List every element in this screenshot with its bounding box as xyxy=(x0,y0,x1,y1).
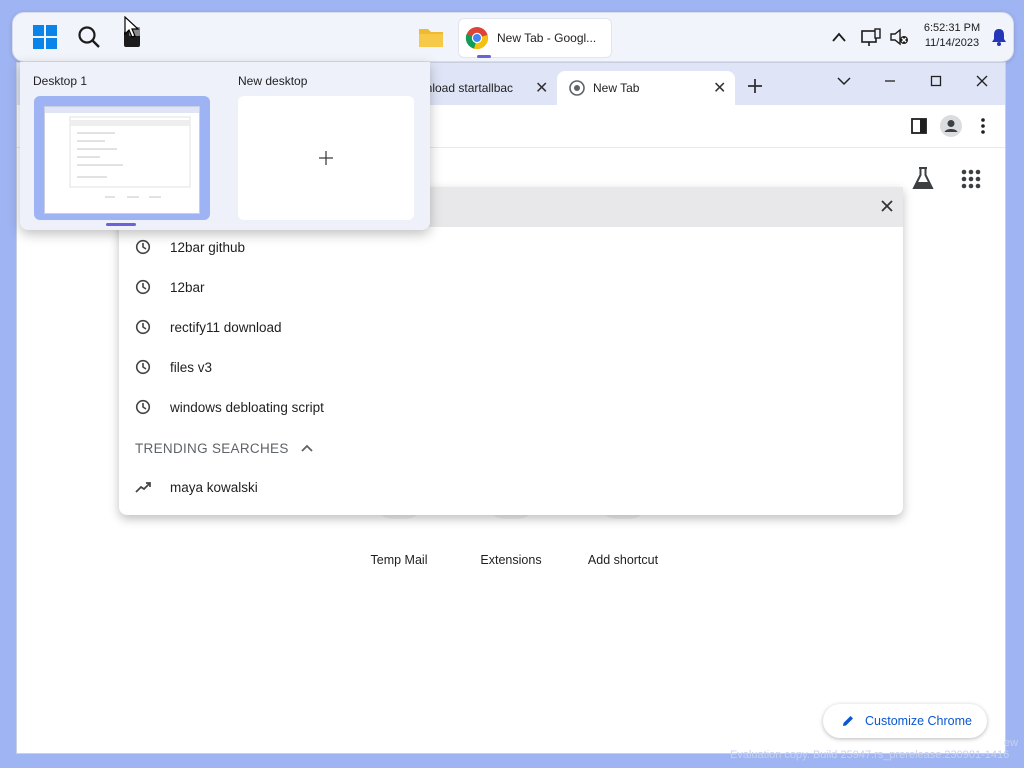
shortcut-label[interactable]: Temp Mail xyxy=(349,553,449,567)
suggestion-text: files v3 xyxy=(170,359,213,375)
flask-icon xyxy=(912,167,934,189)
plus-icon xyxy=(748,79,762,93)
labs-button[interactable] xyxy=(909,165,937,193)
new-desktop-button[interactable] xyxy=(238,96,414,220)
volume-muted-icon xyxy=(890,28,908,46)
show-hidden-icons-button[interactable] xyxy=(823,21,855,53)
mouse-cursor-icon xyxy=(124,16,140,38)
volume-button[interactable] xyxy=(883,21,915,53)
suggestion-item[interactable]: 12bar github xyxy=(119,227,903,267)
trending-icon-wrap xyxy=(135,479,151,495)
tab-new-tab[interactable]: New Tab ✕ xyxy=(557,71,735,105)
close-icon[interactable]: ✕ xyxy=(713,78,726,98)
taskbar-chrome-button[interactable]: New Tab - Googl... xyxy=(458,18,612,58)
chrome-logo-icon xyxy=(465,27,488,49)
close-window-button[interactable] xyxy=(967,69,997,93)
trending-item[interactable]: maya kowalski xyxy=(119,469,903,505)
desktop-preview-image xyxy=(45,107,199,198)
suggestion-text: rectify11 download xyxy=(170,319,282,335)
start-button[interactable] xyxy=(29,21,61,53)
chevron-down-icon xyxy=(837,77,851,86)
windows-logo-icon xyxy=(33,25,57,49)
side-panel-button[interactable] xyxy=(907,114,931,138)
menu-button[interactable] xyxy=(971,114,995,138)
tab-startallback[interactable]: wnload startallbac ✕ xyxy=(417,71,555,105)
task-view-flyout: Desktop 1 New desktop xyxy=(20,62,430,230)
close-icon[interactable]: ✕ xyxy=(535,78,548,98)
suggestion-item[interactable]: 12bar xyxy=(119,267,903,307)
tab-title: wnload startallbac xyxy=(417,81,514,95)
clock-date: 11/14/2023 xyxy=(924,37,980,49)
pencil-icon xyxy=(843,716,853,726)
desktop-1-thumbnail[interactable] xyxy=(34,96,210,220)
apps-grid-icon xyxy=(961,169,981,189)
google-apps-button[interactable] xyxy=(957,165,985,193)
trending-header-label: TRENDING SEARCHES xyxy=(135,440,289,456)
tab-title: New Tab xyxy=(593,81,640,95)
running-indicator xyxy=(477,55,491,58)
clock[interactable]: 6:52:31 PM 11/14/2023 xyxy=(917,21,987,51)
close-icon xyxy=(881,200,893,212)
bell-icon xyxy=(992,29,1006,46)
search-icon xyxy=(78,26,100,48)
history-icon xyxy=(135,279,151,295)
taskbar: New Tab - Googl... 6:52:31 PM 11/14/2023 xyxy=(12,12,1014,62)
maximize-icon xyxy=(930,75,942,87)
chrome-favicon-icon xyxy=(569,80,585,96)
chevron-up-icon xyxy=(832,32,846,42)
minimize-button[interactable] xyxy=(875,69,905,93)
search-button[interactable] xyxy=(73,21,105,53)
suggestion-item[interactable]: rectify11 download xyxy=(119,307,903,347)
shortcut-label[interactable]: Add shortcut xyxy=(573,553,673,567)
suggestion-text: 12bar xyxy=(170,279,205,295)
new-tab-button[interactable] xyxy=(747,77,763,100)
trending-text: maya kowalski xyxy=(170,479,258,495)
side-panel-icon xyxy=(911,118,927,134)
minimize-icon xyxy=(885,80,895,82)
desktop-1-label: Desktop 1 xyxy=(33,74,88,88)
network-icon xyxy=(861,28,881,46)
new-desktop-label: New desktop xyxy=(238,74,308,88)
current-desktop-indicator xyxy=(106,223,136,226)
close-icon xyxy=(976,75,988,87)
trending-searches-header: TRENDING SEARCHES xyxy=(119,427,903,469)
chevron-up-icon xyxy=(300,444,313,452)
suggestion-item[interactable]: files v3 xyxy=(119,347,903,387)
history-icon-wrap xyxy=(135,279,151,295)
more-vert-icon xyxy=(981,118,985,134)
history-icon-wrap xyxy=(135,359,151,375)
history-icon xyxy=(135,359,151,375)
folder-icon xyxy=(419,29,443,47)
maximize-button[interactable] xyxy=(921,69,951,93)
watermark-fragment: ew xyxy=(1004,737,1019,749)
suggestion-text: windows debloating script xyxy=(170,399,324,415)
omnibox-dropdown: 12bar github 12bar rectify11 download files… xyxy=(119,187,903,515)
suggestion-text: 12bar github xyxy=(170,239,246,255)
history-icon xyxy=(135,319,151,335)
shortcut-label[interactable]: Extensions xyxy=(461,553,561,567)
file-explorer-button[interactable] xyxy=(415,21,447,53)
history-icon xyxy=(135,239,151,255)
avatar-icon xyxy=(940,115,962,137)
history-icon-wrap xyxy=(135,399,151,415)
customize-chrome-label: Customize Chrome xyxy=(865,714,972,728)
tab-search-button[interactable] xyxy=(829,69,859,93)
trending-up-icon xyxy=(135,482,151,493)
taskbar-chrome-title: New Tab - Googl... xyxy=(497,31,597,45)
desktop-preview xyxy=(44,106,200,214)
suggestion-list: 12bar github 12bar rectify11 download files… xyxy=(119,227,903,505)
history-icon-wrap xyxy=(135,239,151,255)
profile-button[interactable] xyxy=(939,114,963,138)
notifications-button[interactable] xyxy=(983,21,1015,53)
history-icon-wrap xyxy=(135,319,151,335)
clock-time: 6:52:31 PM xyxy=(923,22,981,34)
collapse-trending-button[interactable] xyxy=(300,444,313,452)
customize-chrome-button[interactable]: Customize Chrome xyxy=(823,704,987,738)
history-icon xyxy=(135,399,151,415)
suggestion-item[interactable]: windows debloating script xyxy=(119,387,903,427)
evaluation-watermark: Evaluation copy. Build 25947.rs_prerelea… xyxy=(730,749,1010,761)
plus-icon xyxy=(319,151,333,165)
clear-input-button[interactable] xyxy=(881,195,893,218)
